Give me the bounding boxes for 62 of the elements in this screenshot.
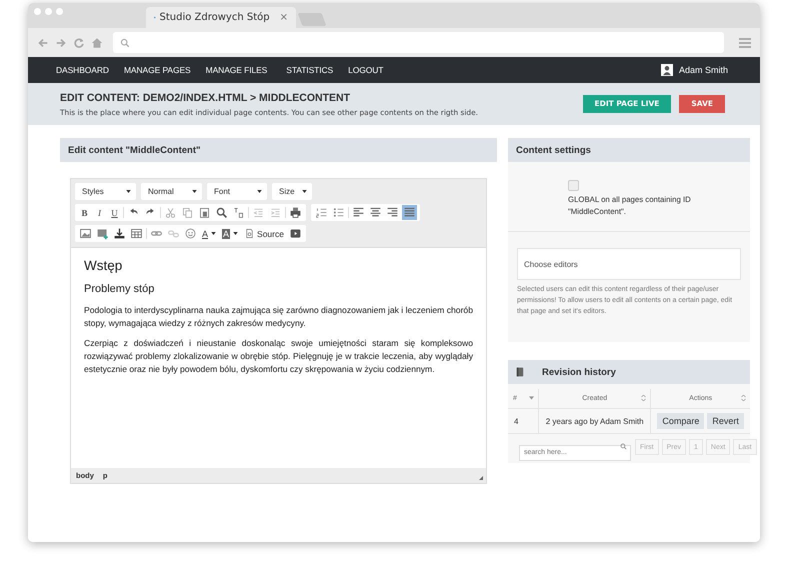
toolbar-dropdown[interactable]: Normal — [141, 183, 202, 200]
revert-button[interactable]: Revert — [707, 413, 744, 429]
user-name[interactable]: Adam Smith — [678, 65, 728, 75]
home-icon[interactable] — [91, 36, 103, 48]
nav-link[interactable]: MANAGE FILES — [206, 65, 268, 75]
clipboard-icon[interactable] — [197, 205, 212, 220]
format-button[interactable]: U — [108, 205, 121, 220]
sort-icon[interactable] — [741, 395, 746, 401]
editors-field[interactable]: Choose editors — [517, 248, 741, 280]
table-icon[interactable] — [129, 226, 144, 241]
toolbar-dropdown[interactable]: Font — [207, 183, 267, 200]
editor-content-area[interactable] — [71, 247, 486, 468]
text-color-button[interactable]: A — [200, 226, 218, 241]
global-checkbox[interactable] — [568, 180, 579, 191]
book-icon — [516, 367, 524, 377]
close-icon[interactable]: × — [280, 12, 288, 23]
sort-icon[interactable] — [641, 395, 646, 401]
content-paragraph: Czerpiąc z doświadczeń i nieustanie doskonaląc swoje umiejętności staram się kompleksowo rozwiązywać problemy zlokalizowanie w obrębie stóp. Pielęgnuję je w trakcie leczenia, aby wyglądały estetycznie oraz nie były powodem bólu, dyskomfortu czy skrępowania w życiu codziennym. — [84, 337, 473, 376]
back-icon[interactable] — [37, 36, 49, 48]
nav-link[interactable]: MANAGE PAGES — [124, 65, 191, 75]
compare-button[interactable]: Compare — [657, 413, 704, 429]
table-cell: 2 years ago by Adam Smith — [538, 408, 651, 434]
search-icon — [120, 38, 130, 48]
background-color-button[interactable]: A — [220, 226, 240, 241]
caret-icon — [126, 190, 131, 193]
search-icon[interactable] — [620, 443, 627, 450]
caret-icon — [257, 190, 262, 193]
panel-title: Edit content "MiddleContent" — [68, 144, 200, 156]
browser-tab[interactable]: Studio Zdrowych Stóp × — [146, 7, 296, 28]
user-avatar-icon — [660, 64, 673, 76]
content-subheading: Problemy stóp — [84, 283, 156, 295]
resize-handle-icon[interactable] — [479, 476, 483, 480]
search-icon[interactable] — [214, 205, 229, 220]
format-button[interactable]: B — [78, 205, 91, 220]
source-button[interactable]: Source — [242, 226, 286, 241]
menu-icon[interactable] — [738, 36, 752, 48]
panel-title: Content settings — [516, 144, 591, 156]
toolbar-dropdown[interactable]: Size — [272, 183, 312, 200]
nav-link[interactable]: STATISTICS — [286, 65, 334, 75]
forward-icon[interactable] — [55, 36, 67, 48]
content-paragraph: Podologia to interdyscyplinarna nauka zajmująca się zarówno diagnozowaniem jak i leczeniem chorób stopy, wymagająca wiedzy z różnych zakresów medycyny. — [84, 304, 473, 330]
image-icon[interactable] — [78, 226, 93, 241]
caret-icon — [233, 232, 238, 235]
nav-link[interactable]: DASHBOARD — [56, 65, 109, 75]
print-icon[interactable] — [288, 205, 303, 220]
sort-icon[interactable] — [529, 395, 534, 401]
copy-icon[interactable] — [180, 205, 195, 220]
tab-title: Studio Zdrowych Stóp — [160, 12, 270, 23]
caret-icon — [211, 232, 216, 235]
format-button[interactable]: I — [93, 205, 106, 220]
caret-icon — [302, 190, 307, 193]
document-icon — [244, 228, 256, 239]
smiley-icon[interactable] — [183, 226, 198, 241]
reload-icon[interactable] — [73, 36, 85, 48]
content-heading: Wstęp — [84, 258, 124, 273]
panel-title: Revision history — [542, 366, 616, 378]
page-title: EDIT CONTENT: DEMO2/INDEX.HTML > MIDDLECONTENT — [60, 92, 352, 104]
toolbar-dropdown[interactable]: Styles — [75, 183, 136, 200]
justify-icon[interactable] — [402, 205, 417, 220]
table-cell: 4 — [508, 408, 538, 434]
caret-icon — [192, 190, 197, 193]
nav-link[interactable]: LOGOUT — [348, 65, 384, 75]
